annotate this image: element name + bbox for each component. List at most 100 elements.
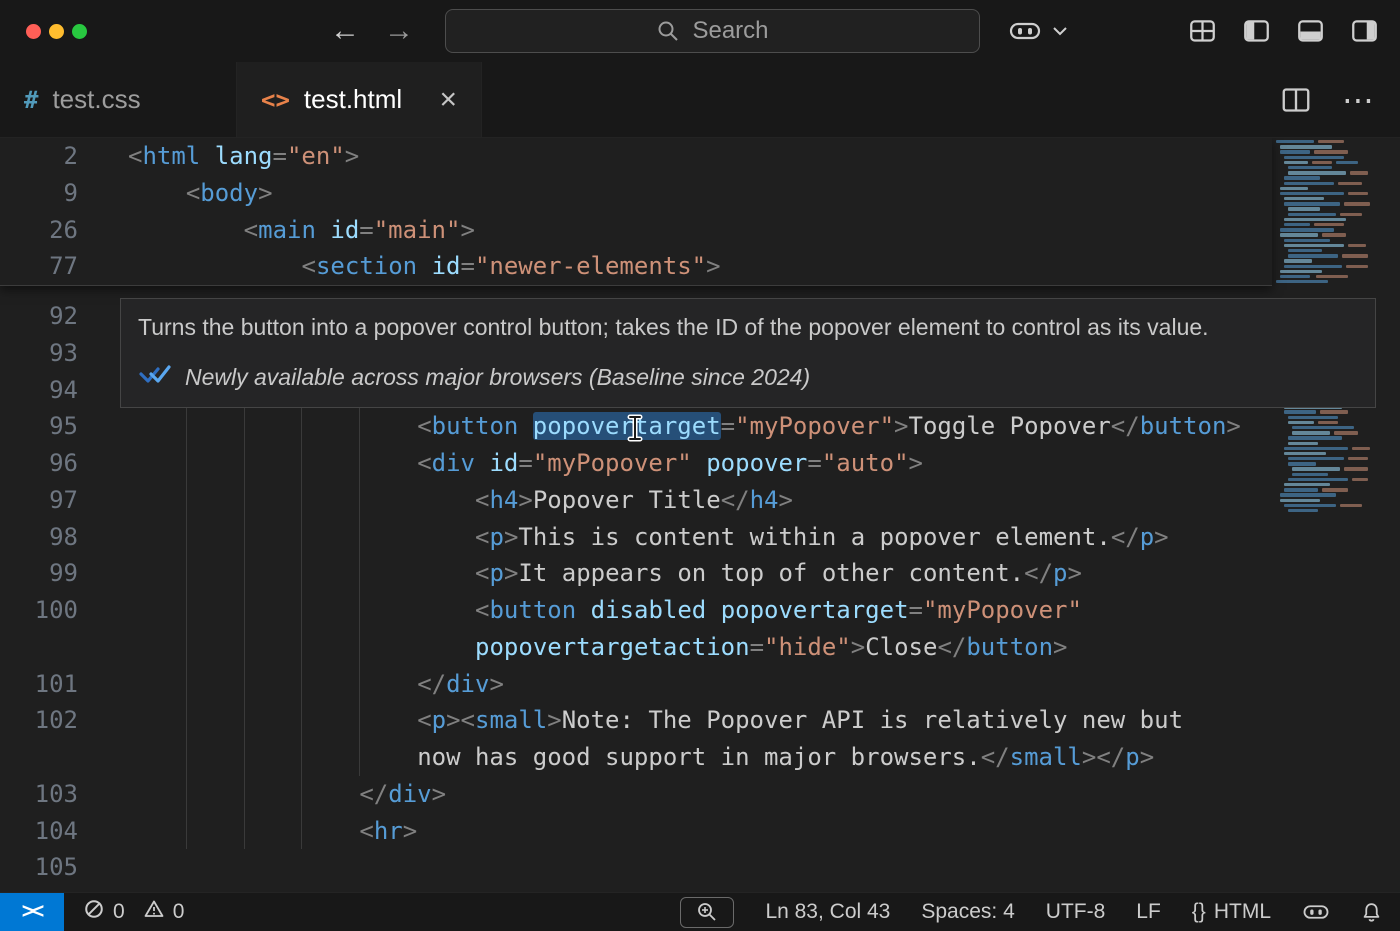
error-icon [84, 899, 104, 925]
traffic-lights [26, 24, 87, 39]
code-line[interactable]: 9<body> [0, 175, 1272, 212]
language-mode-status[interactable]: {} HTML [1192, 900, 1271, 924]
line-number[interactable]: 92 [0, 298, 78, 335]
code-line[interactable]: popovertargetaction="hide">Close</button… [0, 629, 1272, 666]
code-line[interactable]: 105 [0, 849, 1272, 886]
toggle-sidebar-left-icon[interactable] [1243, 18, 1270, 45]
error-count: 0 [113, 900, 125, 924]
chevron-down-icon[interactable] [1052, 25, 1068, 37]
line-number[interactable]: 104 [0, 813, 78, 850]
line-number[interactable] [0, 739, 78, 776]
line-number[interactable]: 2 [0, 138, 78, 175]
minimap[interactable] [1272, 138, 1400, 892]
code-line[interactable]: 2<html lang="en"> [0, 138, 1272, 175]
line-number[interactable] [0, 629, 78, 666]
language-label: HTML [1214, 900, 1271, 924]
code-line[interactable]: 97<h4>Popover Title</h4> [0, 482, 1272, 519]
more-actions-icon[interactable]: ⋯ [1342, 84, 1376, 116]
line-number[interactable]: 9 [0, 175, 78, 212]
close-window-button[interactable] [26, 24, 41, 39]
line-number[interactable]: 97 [0, 482, 78, 519]
toggle-panel-icon[interactable] [1297, 18, 1324, 45]
line-number[interactable]: 101 [0, 666, 78, 703]
line-number[interactable]: 100 [0, 592, 78, 629]
mouse-text-cursor [626, 414, 644, 447]
search-icon [656, 19, 680, 43]
search-placeholder: Search [692, 17, 768, 45]
tooltip-baseline-text: Newly available across major browsers (B… [185, 363, 810, 391]
code-line[interactable]: 98<p>This is content within a popover el… [0, 519, 1272, 556]
minimap-code-block [1272, 140, 1400, 285]
line-content[interactable]: <hr> [78, 813, 417, 850]
notifications-bell-icon[interactable] [1361, 902, 1382, 923]
line-content[interactable]: now has good support in major browsers.<… [78, 739, 1154, 776]
code-line[interactable]: 103</div> [0, 776, 1272, 813]
split-editor-icon[interactable] [1282, 87, 1310, 113]
line-content[interactable]: <p><small>Note: The Popover API is relat… [78, 702, 1183, 739]
tab-label: test.html [304, 84, 402, 115]
line-number[interactable]: 105 [0, 849, 78, 886]
line-number[interactable]: 99 [0, 555, 78, 592]
braces-icon: {} [1192, 900, 1206, 924]
tab-test-html[interactable]: <> test.html × [237, 62, 482, 137]
eol-status[interactable]: LF [1136, 900, 1161, 924]
line-content[interactable]: <p>This is content within a popover elem… [78, 519, 1169, 556]
toggle-sidebar-right-icon[interactable] [1351, 18, 1378, 45]
encoding-status[interactable]: UTF-8 [1046, 900, 1106, 924]
line-number[interactable]: 94 [0, 372, 78, 409]
indentation-status[interactable]: Spaces: 4 [921, 900, 1014, 924]
copilot-status-icon[interactable] [1302, 902, 1330, 922]
hover-tooltip: Turns the button into a popover control … [120, 298, 1376, 408]
line-number[interactable]: 77 [0, 248, 78, 285]
line-content[interactable] [78, 849, 128, 886]
code-line[interactable]: 104<hr> [0, 813, 1272, 850]
back-button[interactable]: ← [330, 16, 360, 46]
code-line[interactable]: 26<main id="main"> [0, 212, 1272, 249]
code-line[interactable]: now has good support in major browsers.<… [0, 739, 1272, 776]
customize-layout-icon[interactable] [1189, 18, 1216, 45]
code-line[interactable]: 100<button disabled popovertarget="myPop… [0, 592, 1272, 629]
code-line[interactable]: 96<div id="myPopover" popover="auto"> [0, 445, 1272, 482]
line-number[interactable]: 95 [0, 408, 78, 445]
editor-area[interactable]: 92939495<button popovertarget="myPopover… [0, 138, 1400, 892]
line-number[interactable]: 102 [0, 702, 78, 739]
line-content[interactable]: <html lang="en"> [78, 138, 359, 175]
sticky-scroll[interactable]: 2<html lang="en">9<body>26<main id="main… [0, 138, 1272, 286]
warning-count: 0 [173, 900, 185, 924]
minimize-window-button[interactable] [49, 24, 64, 39]
code-line[interactable]: 102<p><small>Note: The Popover API is re… [0, 702, 1272, 739]
line-content[interactable]: </div> [78, 666, 504, 703]
tab-bar: # test.css <> test.html × [0, 62, 1400, 138]
remote-indicator[interactable]: >< [0, 893, 64, 931]
line-content[interactable]: </div> [78, 776, 446, 813]
line-content[interactable]: <section id="newer-elements"> [78, 248, 721, 285]
close-tab-icon[interactable]: × [439, 85, 457, 115]
line-content[interactable]: <button disabled popovertarget="myPopove… [78, 592, 1082, 629]
copilot-icon[interactable] [1008, 19, 1042, 43]
tab-test-css[interactable]: # test.css [0, 62, 237, 137]
line-content[interactable]: popovertargetaction="hide">Close</button… [78, 629, 1068, 666]
line-number[interactable]: 98 [0, 519, 78, 556]
line-content[interactable]: <div id="myPopover" popover="auto"> [78, 445, 923, 482]
line-content[interactable]: <h4>Popover Title</h4> [78, 482, 793, 519]
vscode-window: ← → Search [0, 0, 1400, 931]
line-content[interactable]: <p>It appears on top of other content.</… [78, 555, 1082, 592]
forward-button[interactable]: → [384, 16, 414, 46]
problems-status[interactable]: 0 0 [84, 899, 194, 925]
status-bar: >< 0 0 Ln 83, Col 43 Spaces: 4 UTF-8 LF … [0, 892, 1400, 931]
maximize-window-button[interactable] [72, 24, 87, 39]
line-content[interactable]: <body> [78, 175, 273, 212]
code-line[interactable]: 77<section id="newer-elements"> [0, 248, 1272, 285]
line-number[interactable]: 103 [0, 776, 78, 813]
line-number[interactable]: 93 [0, 335, 78, 372]
line-number[interactable]: 96 [0, 445, 78, 482]
minimap-code-block [1272, 400, 1400, 514]
cursor-position-status[interactable]: Ln 83, Col 43 [765, 900, 890, 924]
line-number[interactable]: 26 [0, 212, 78, 249]
code-line[interactable]: 99<p>It appears on top of other content.… [0, 555, 1272, 592]
zoom-indicator-button[interactable] [680, 897, 734, 928]
line-content[interactable]: <button popovertarget="myPopover">Toggle… [78, 408, 1241, 445]
search-input[interactable]: Search [445, 9, 980, 53]
line-content[interactable]: <main id="main"> [78, 212, 475, 249]
code-line[interactable]: 101</div> [0, 666, 1272, 703]
